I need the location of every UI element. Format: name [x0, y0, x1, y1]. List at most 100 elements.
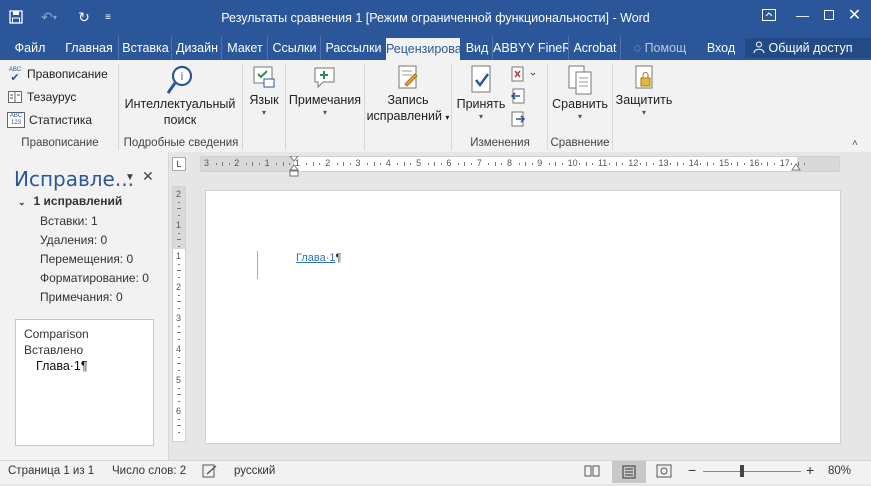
language-status[interactable]: русский	[234, 465, 275, 477]
ruler-tick-mark	[343, 162, 345, 166]
ruler-tick-mark	[464, 162, 466, 166]
tell-me-box[interactable]: ◌ Помощ	[620, 36, 699, 60]
change-bar	[257, 251, 258, 279]
close-window-icon[interactable]: ✕	[832, 0, 871, 30]
tab-mailings[interactable]: Рассылки	[320, 36, 386, 60]
track-changes-label-1: Запись	[387, 93, 429, 107]
right-indent-marker-icon[interactable]	[791, 161, 801, 171]
document-page[interactable]: Глава·1¶	[205, 190, 841, 444]
compare-button[interactable]: Сравнить ▾	[550, 64, 610, 122]
ruler-tick-mark	[760, 163, 762, 165]
ruler-tick-mark	[178, 338, 180, 340]
word-count-label: Статистика	[29, 113, 93, 127]
zoom-slider[interactable]	[703, 471, 801, 472]
ruler-tick-mark	[282, 162, 284, 166]
ruler-tick-label: 2	[325, 158, 331, 168]
tab-layout[interactable]: Макет	[221, 36, 268, 60]
tab-acrobat[interactable]: Acrobat	[568, 36, 621, 60]
close-pane-icon[interactable]: ✕	[142, 168, 154, 185]
spelling-button[interactable]: ABC ✔ Правописание	[7, 64, 108, 84]
tab-abbyy[interactable]: ABBYY FineR	[492, 36, 569, 60]
ruler-tick-label: 4	[176, 344, 182, 354]
ruler-tick-label: 17	[779, 158, 790, 168]
word-count[interactable]: Число слов: 2	[112, 465, 186, 477]
collapse-chevron-icon: ⌄	[18, 197, 26, 207]
tab-references[interactable]: Ссылки	[267, 36, 321, 60]
language-label: Язык	[249, 93, 279, 107]
spelling-label: Правописание	[27, 67, 108, 81]
ruler-tick-label: 3	[176, 313, 182, 323]
ruler-tick-mark	[222, 162, 223, 166]
ruler-tick-mark	[177, 425, 181, 426]
comments-button[interactable]: Примечания ▾	[288, 64, 362, 118]
thesaurus-button[interactable]: Тезаурус	[7, 87, 76, 107]
previous-change-icon[interactable]	[510, 88, 527, 106]
ruler-tick-mark	[177, 301, 181, 302]
chevron-down-icon: ▾	[261, 108, 266, 117]
protect-button[interactable]: Защитить ▾	[614, 64, 674, 118]
tab-view[interactable]: Вид	[462, 36, 492, 60]
ruler-tick-mark	[380, 163, 381, 165]
revision-card[interactable]: Comparison Вставлено Глава·1¶	[15, 319, 154, 446]
ruler-tick-mark	[561, 163, 563, 165]
share-button[interactable]: Общий доступ	[745, 38, 871, 58]
print-layout-icon[interactable]	[612, 461, 646, 483]
ruler-tick-mark	[488, 163, 490, 165]
revisions-summary-heading[interactable]: ⌄ 1 исправлений	[18, 194, 122, 208]
zoom-level[interactable]: 80%	[828, 465, 851, 477]
zoom-in-button[interactable]: +	[806, 462, 814, 478]
tab-selector[interactable]: L	[172, 157, 186, 171]
language-button[interactable]: Язык ▾	[246, 64, 282, 118]
tab-design[interactable]: Дизайн	[171, 36, 222, 60]
tab-home[interactable]: Главная	[62, 36, 116, 60]
ruler-tick-label: 1	[176, 251, 182, 261]
ruler-tick-mark	[609, 163, 611, 165]
zoom-slider-thumb[interactable]	[740, 465, 744, 477]
vertical-ruler[interactable]: 2 1 1 2 3 4 5 6	[172, 186, 186, 442]
reject-button[interactable]	[511, 66, 541, 86]
ruler-tick-label: 10	[567, 158, 578, 168]
ruler-tick-label: 13	[658, 158, 669, 168]
tab-insert[interactable]: Вставка	[118, 36, 172, 60]
tab-review[interactable]: Рецензирова	[386, 38, 460, 60]
signin-link[interactable]: Вход	[700, 36, 742, 60]
ruler-tick-mark	[276, 163, 278, 165]
smart-lookup-label-1: Интеллектуальный	[124, 97, 236, 111]
pane-options-icon[interactable]: ▼	[125, 172, 135, 183]
document-paragraph[interactable]: Глава·1¶	[296, 252, 341, 264]
title-bar: ↶ ▾ ↻ ≡ Результаты сравнения 1 [Режим ог…	[0, 0, 871, 36]
ruler-tick-mark	[434, 162, 436, 166]
ruler-tick-mark	[178, 369, 180, 371]
ruler-tick-mark	[700, 163, 702, 165]
ruler-tick-mark	[319, 163, 321, 165]
ribbon-divider	[285, 64, 286, 150]
tab-file[interactable]: Файл	[8, 36, 52, 60]
protect-label: Защитить	[615, 93, 673, 107]
track-changes-button[interactable]: Запись исправлений ▾	[366, 64, 450, 126]
ruler-tick-mark	[501, 163, 503, 165]
ruler-tick-mark	[683, 163, 684, 165]
summary-comments: Примечания: 0	[40, 290, 123, 304]
person-icon	[753, 41, 768, 55]
zoom-out-button[interactable]: −	[688, 462, 696, 478]
indent-marker-icon[interactable]	[289, 156, 299, 186]
collapse-ribbon-icon[interactable]: ˄	[852, 138, 858, 149]
smart-lookup-button[interactable]: i Интеллектуальный поиск	[124, 64, 236, 128]
word-count-button[interactable]: ABC 123 Статистика	[7, 110, 92, 130]
ruler-tick-label: 16	[749, 158, 760, 168]
horizontal-ruler[interactable]: 3 2 1 1 2 3 4 5 6 7 8 9 10 11 12 13 14 15 16 17	[200, 156, 840, 177]
accept-button[interactable]: Принять ▾	[454, 64, 508, 122]
ruler-tick-label: 2	[176, 189, 182, 199]
track-changes-icon	[366, 64, 450, 92]
compare-icon	[550, 64, 610, 96]
window-title: Результаты сравнения 1 [Режим ограниченн…	[221, 11, 650, 25]
page-count[interactable]: Страница 1 из 1	[8, 465, 94, 477]
read-mode-icon[interactable]	[584, 464, 600, 481]
ruler-tick-mark	[518, 163, 520, 165]
ruler-tick-label: 1	[176, 220, 182, 230]
proofing-errors-icon[interactable]	[202, 464, 218, 481]
ruler-tick-mark	[178, 232, 180, 234]
web-layout-icon[interactable]	[656, 464, 672, 481]
ruler-tick-label: 12	[628, 158, 639, 168]
next-change-icon[interactable]	[511, 111, 527, 129]
